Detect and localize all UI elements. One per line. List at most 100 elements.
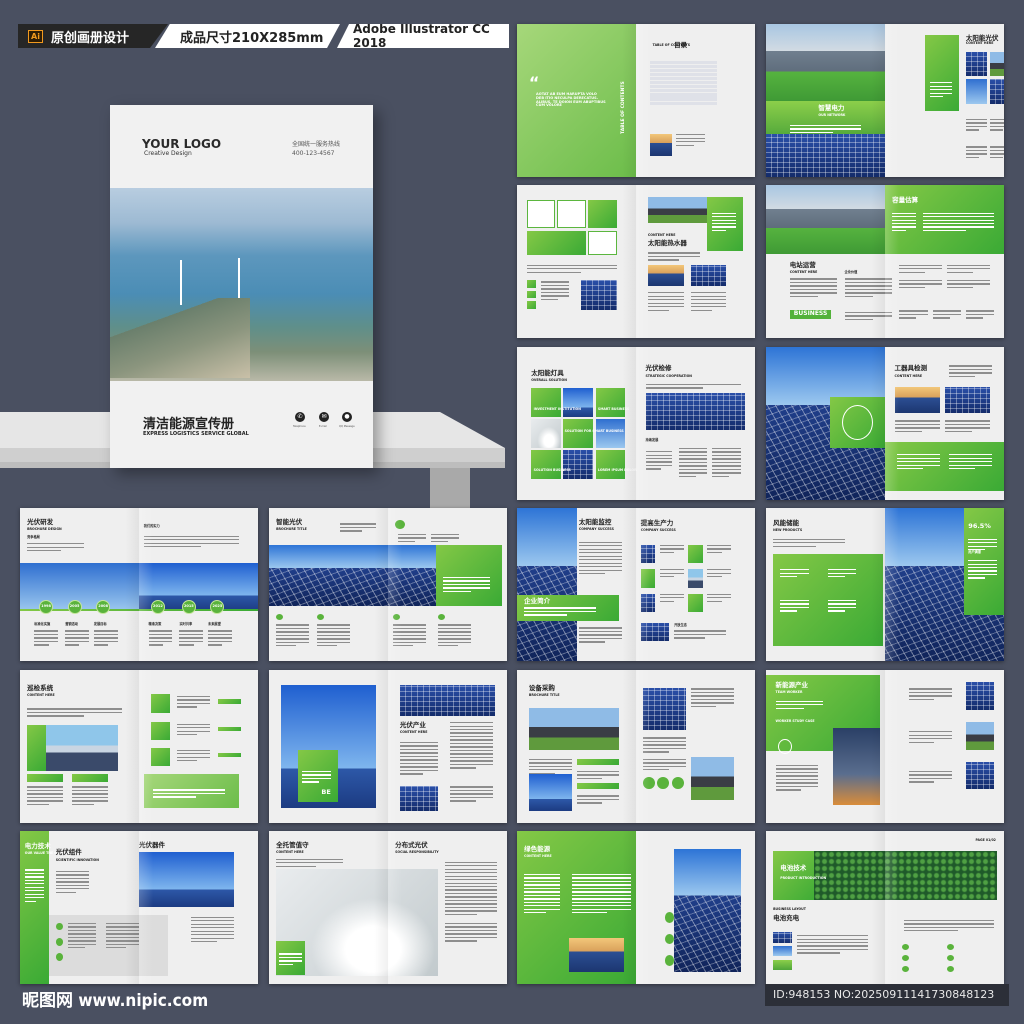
spread-text: BROCHURE TITLE	[528, 693, 560, 698]
year-badge: 2012	[150, 599, 165, 614]
illustrator-icon: Ai	[28, 29, 43, 43]
photo-windsky	[528, 774, 572, 811]
text-placeholder-lines	[773, 538, 845, 549]
photo-house	[528, 708, 620, 750]
green-block	[588, 200, 617, 228]
text-placeholder-lines	[430, 534, 460, 544]
spread-text: 设备采购	[528, 684, 555, 693]
photo-tower	[832, 728, 881, 805]
text-placeholder-lines	[712, 447, 741, 479]
text-placeholder-lines	[445, 922, 498, 944]
text-placeholder-lines	[780, 569, 809, 579]
spread-text: 光伏组件	[55, 848, 82, 857]
brochure-spread: 风能储能 NEW PRODUCTS 96.5% 用户满意	[766, 508, 1004, 661]
text-placeholder-lines	[278, 953, 303, 967]
photo-solar	[965, 51, 988, 76]
spread-text: 开放生态	[674, 623, 687, 628]
toc-row	[650, 72, 717, 77]
text-placeholder-lines	[449, 722, 493, 771]
category-label: Ai 原创画册设计	[18, 24, 168, 48]
text-placeholder-lines	[302, 770, 331, 785]
text-placeholder-lines	[576, 795, 620, 805]
photo-city	[766, 185, 885, 254]
text-placeholder-lines	[571, 873, 632, 916]
text-placeholder-lines	[674, 630, 727, 640]
brochure-cover: YOUR LOGO Creative Design 全国统一服务热线 400-12…	[110, 105, 373, 468]
photo-solar	[399, 786, 438, 811]
spread-text: CONTENT HERE	[524, 854, 552, 859]
spread-text: 分布式光伏	[395, 840, 428, 849]
spread-text: AOTAT AB EUM HARUPTA VOLO DEB ITIO NECUL…	[536, 91, 606, 108]
spread-text: 新能源产业	[775, 681, 809, 690]
text-placeholder-lines	[645, 451, 672, 472]
text-placeholder-lines	[177, 696, 211, 710]
contact-label: QQ Message	[339, 425, 355, 428]
email-icon: ✉	[319, 412, 329, 422]
text-placeholder-lines	[908, 731, 952, 745]
spread-text: 电站运营	[789, 260, 816, 269]
text-placeholder-lines	[399, 741, 438, 777]
green-dot-icon	[55, 938, 63, 946]
text-placeholder-lines	[932, 310, 962, 320]
brochure-spread: “AOTAT AB EUM HARUPTA VOLO DEB ITIO NECU…	[517, 24, 755, 177]
text-placeholder-lines	[659, 544, 684, 555]
spread-text: NEW PRODUCTS	[773, 528, 803, 533]
spread-text: BROCHURE DESIGN	[27, 526, 62, 531]
brochure-spread: 容量估算 电站运营 CONTENT HERE 企业价值 BUSINESS	[766, 185, 1004, 338]
spread-text: 企业价值	[844, 269, 858, 274]
text-placeholder-lines	[67, 922, 97, 951]
spread-text: 电力技术	[24, 842, 51, 851]
photo-solar	[944, 386, 990, 413]
text-placeholder-lines	[524, 607, 596, 617]
green-block	[150, 722, 170, 741]
spread-text: INVESTMENT INSTITUTION	[533, 407, 581, 412]
text-placeholder-lines	[576, 770, 620, 781]
text-placeholder-lines	[645, 383, 741, 391]
green-block	[640, 569, 656, 588]
text-placeholder-lines	[827, 569, 857, 579]
spread-text: BE	[321, 788, 331, 797]
spread-text: COMPANY SUCCESS	[578, 526, 614, 531]
spread-text: SCIENTIFIC INNOVATION	[55, 857, 99, 862]
green-dot-icon	[657, 777, 670, 790]
green-block	[526, 279, 537, 288]
green-block	[150, 694, 170, 713]
spread-text: SMART BUSINESS	[597, 407, 630, 412]
brochure-spread: 智慧电力 OUR NETWORK 太阳能光伏 CONTENT HERE	[766, 24, 1004, 177]
green-block	[217, 726, 242, 732]
text-placeholder-lines	[678, 447, 708, 479]
spread-text: BROCHURE TITLE	[276, 526, 307, 531]
spread-text: BUSINESS LAYOUT	[773, 906, 806, 911]
text-placeholder-lines	[153, 789, 225, 799]
green-dot-icon	[946, 944, 954, 951]
green-dot-icon	[664, 954, 675, 966]
spread-text: CONTENT HERE	[27, 693, 55, 698]
photo-city	[766, 24, 885, 101]
photo-solarsky	[517, 508, 577, 661]
text-placeholder-lines	[93, 630, 118, 647]
spread-text: CONTENT HERE	[789, 269, 818, 274]
spread-text: 提高生产力	[640, 519, 674, 528]
photo-solar	[563, 449, 594, 479]
brochure-spread: 太阳能监控 COMPANY SUCCESS 企业简介 提高生产力 COMPANY SUC…	[517, 508, 755, 661]
photo-solar	[965, 761, 995, 790]
image-id: ID:948153 NO:20250911141730848123	[765, 984, 1009, 1006]
circle-icon	[777, 738, 793, 755]
text-placeholder-lines	[643, 758, 686, 773]
toc-row	[650, 64, 717, 68]
spread-text: CONTENT HERE	[399, 730, 428, 735]
text-placeholder-lines	[191, 916, 235, 945]
spread-text: SOLUTION BUSINESS	[533, 468, 571, 473]
year-badge: 2008	[96, 599, 111, 614]
brochure-spread: 绿色能源 CONTENT HERE	[517, 831, 755, 984]
text-placeholder-lines	[789, 124, 862, 135]
spread-text: 绿色能源	[524, 845, 551, 854]
photo-solar	[645, 392, 746, 430]
text-placeholder-lines	[965, 146, 988, 160]
text-placeholder-lines	[647, 252, 701, 262]
spread-text: OUR NETWORK	[818, 113, 846, 118]
green-block	[576, 783, 620, 790]
green-dot-icon	[55, 953, 63, 962]
spread-text: 太阳能热水器	[647, 239, 687, 248]
photo-sunset	[894, 386, 940, 413]
